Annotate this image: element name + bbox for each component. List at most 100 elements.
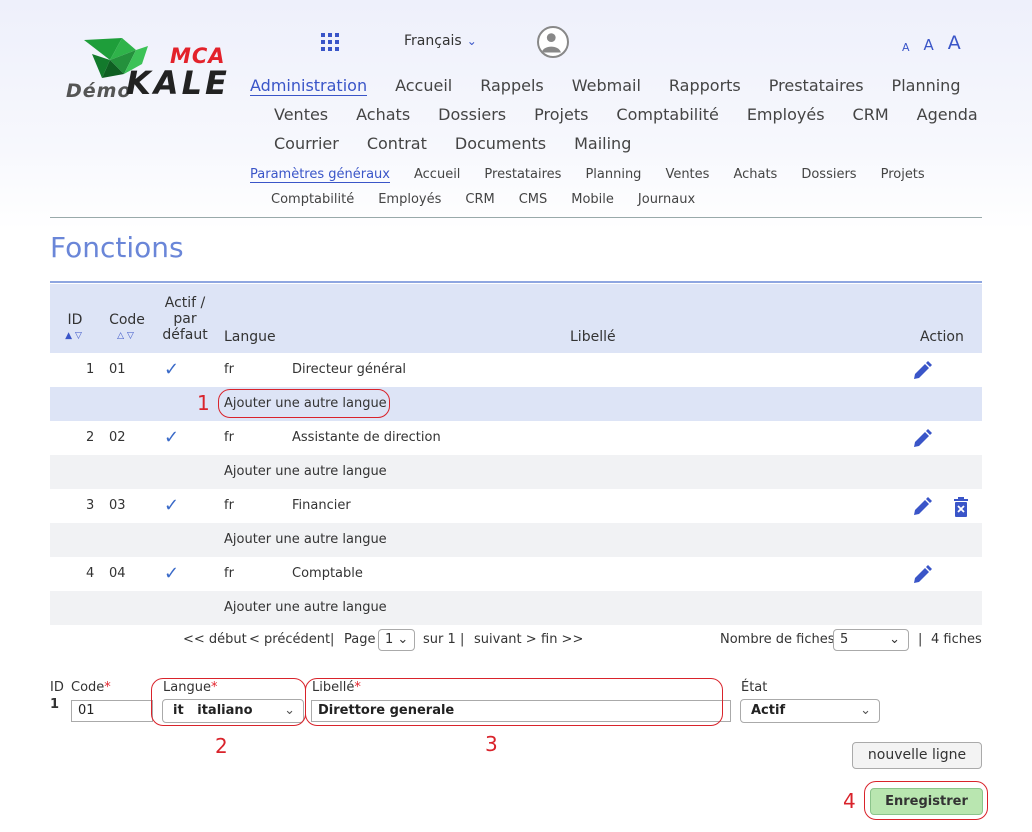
menu-dossiers[interactable]: Dossiers [438,105,506,124]
submenu-planning[interactable]: Planning [585,167,641,183]
table-row[interactable]: 3 03 ✓ fr Financier [50,489,982,523]
submenu-mobile[interactable]: Mobile [571,192,614,207]
submenu-accueil[interactable]: Accueil [414,167,460,183]
menu-employes[interactable]: Employés [747,105,825,124]
row-id: 1 [86,362,95,377]
add-language-link[interactable]: Ajouter une autre langue [224,523,387,557]
row-lang: fr [224,566,234,581]
main-menu-row-3: Courrier Contrat Documents Mailing [274,134,659,153]
submenu-prestataires[interactable]: Prestataires [484,167,561,183]
menu-administration[interactable]: Administration [250,76,368,96]
pagination-page-label: Page [344,632,376,647]
row-id: 4 [86,566,95,581]
check-icon: ✓ [164,563,180,584]
menu-ventes[interactable]: Ventes [274,105,328,124]
page-select[interactable]: 1 ⌄ [378,629,416,651]
menu-webmail[interactable]: Webmail [572,76,641,96]
annotation-ring-3 [305,678,723,726]
submenu-dossiers[interactable]: Dossiers [801,167,856,183]
col-language: Langue [224,329,276,345]
sub-menu-row-1: Paramètres généraux Accueil Prestataires… [250,167,949,183]
menu-projets[interactable]: Projets [534,105,588,124]
sub-menu-row-2: Comptabilité Employés CRM CMS Mobile Jou… [271,192,719,207]
font-size-medium[interactable]: A [924,36,934,54]
pagination-of: sur 1 [423,632,456,647]
edit-pencil-icon[interactable] [912,497,932,517]
col-active-line2: par [173,311,197,327]
edit-pencil-icon[interactable] [912,565,932,585]
code-input[interactable]: 01 [71,700,153,722]
submenu-employes[interactable]: Employés [378,192,441,207]
row-lang: fr [224,430,234,445]
menu-comptabilite[interactable]: Comptabilité [616,105,718,124]
logo-demo: Démo [66,80,132,102]
menu-rappels[interactable]: Rappels [480,76,544,96]
menu-documents[interactable]: Documents [455,134,546,153]
sort-arrows-icon[interactable]: ▲▽ [60,328,90,344]
pagination-end[interactable]: fin >> [541,632,583,647]
menu-mailing[interactable]: Mailing [574,134,631,153]
menu-achats[interactable]: Achats [356,105,410,124]
menu-planning[interactable]: Planning [892,76,961,96]
page-title: Fonctions [50,231,184,264]
menu-agenda[interactable]: Agenda [917,105,978,124]
form-id-label: ID [50,680,64,695]
menu-contrat[interactable]: Contrat [367,134,427,153]
submenu-projets[interactable]: Projets [881,167,925,183]
main-menu-row-1: Administration Accueil Rappels Webmail R… [250,76,988,96]
edit-pencil-icon[interactable] [912,361,932,381]
add-language-link[interactable]: Ajouter une autre langue [224,455,387,489]
submenu-parametres-generaux[interactable]: Paramètres généraux [250,167,390,183]
check-icon: ✓ [164,359,180,380]
check-icon: ✓ [164,427,180,448]
add-language-link[interactable]: Ajouter une autre langue [224,591,387,625]
submenu-ventes[interactable]: Ventes [665,167,709,183]
pagination-prev[interactable]: < précédent [249,632,330,647]
col-id[interactable]: ID ▲▽ [60,312,90,344]
form-state-label: État [741,680,768,695]
row-code: 03 [109,498,126,513]
menu-accueil[interactable]: Accueil [395,76,452,96]
col-code[interactable]: Code △▽ [104,312,150,344]
menu-prestataires[interactable]: Prestataires [769,76,864,96]
menu-rapports[interactable]: Rapports [669,76,741,96]
font-size-large[interactable]: A [948,32,961,54]
submenu-achats[interactable]: Achats [733,167,777,183]
menu-courrier[interactable]: Courrier [274,134,339,153]
chevron-down-icon: ⌄ [860,703,871,718]
user-avatar-icon[interactable] [537,26,569,58]
records-per-page-select[interactable]: 5 ⌄ [833,629,909,651]
submenu-cms[interactable]: CMS [519,192,548,207]
pagination-bar: << début < précédent | Page 1 ⌄ sur 1 | … [50,626,982,654]
functions-table: ID ▲▽ Code △▽ Actif / par défaut Langue … [50,284,982,625]
submenu-comptabilite[interactable]: Comptabilité [271,192,354,207]
edit-pencil-icon[interactable] [912,429,932,449]
pagination-start[interactable]: << début [183,632,247,647]
logo[interactable]: MCA Démo KALE [62,34,242,108]
col-code-label: Code [109,312,145,328]
font-size-small[interactable]: A [902,41,910,54]
sort-arrows-icon[interactable]: △▽ [104,328,150,344]
apps-grid-icon[interactable] [321,33,339,51]
check-icon: ✓ [164,495,180,516]
records-select-value: 5 [840,632,849,647]
state-dropdown[interactable]: Actif ⌄ [740,699,880,723]
submenu-crm[interactable]: CRM [465,192,494,207]
annotation-number-2: 2 [215,734,228,758]
language-select[interactable]: Français ⌄ [404,33,477,49]
new-line-button[interactable]: nouvelle ligne [852,742,982,769]
submenu-journaux[interactable]: Journaux [638,192,695,207]
pagination-next[interactable]: suivant > [474,632,537,647]
delete-trash-icon[interactable] [953,497,969,517]
annotation-number-3: 3 [485,732,498,756]
row-label: Assistante de direction [292,430,441,445]
row-code: 04 [109,566,126,581]
chevron-down-icon: ⌄ [397,632,409,647]
row-code: 02 [109,430,126,445]
table-row[interactable]: 4 04 ✓ fr Comptable [50,557,982,591]
state-dropdown-value: Actif [751,703,786,718]
row-code: 01 [109,362,126,377]
menu-crm[interactable]: CRM [853,105,889,124]
table-row[interactable]: 1 01 ✓ fr Directeur général [50,353,982,387]
table-row[interactable]: 2 02 ✓ fr Assistante de direction [50,421,982,455]
